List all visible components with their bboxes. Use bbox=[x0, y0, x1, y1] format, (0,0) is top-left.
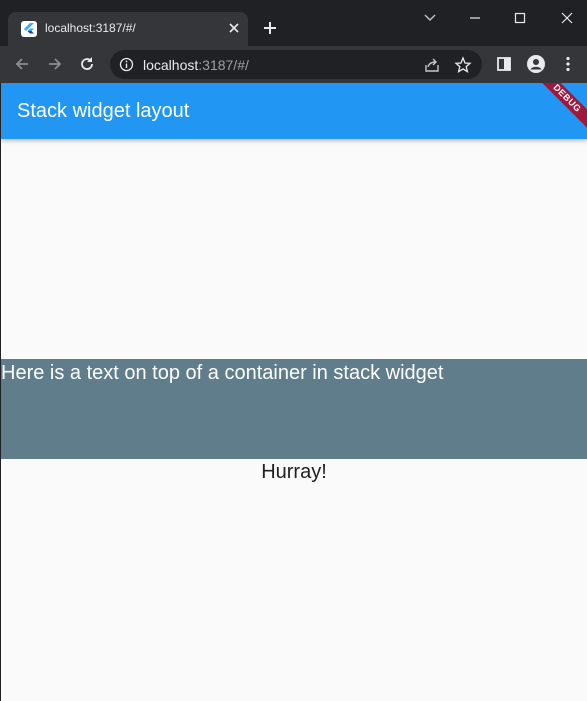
browser-toolbar: localhost:3187/#/ bbox=[0, 46, 587, 83]
page-viewport: Stack widget layout DEBUG Here is a text… bbox=[1, 83, 587, 701]
minimize-icon[interactable] bbox=[465, 8, 485, 28]
stack-overlay-text: Here is a text on top of a container in … bbox=[1, 362, 444, 384]
side-panel-icon[interactable] bbox=[494, 54, 514, 74]
forward-arrow-icon[interactable] bbox=[45, 54, 65, 74]
url-host: localhost bbox=[143, 57, 199, 73]
tab-title: localhost:3187/#/ bbox=[45, 21, 136, 35]
bookmark-star-icon[interactable] bbox=[454, 56, 472, 74]
tab-strip: localhost:3187/#/ bbox=[0, 0, 587, 46]
app-bar: Stack widget layout DEBUG bbox=[1, 83, 587, 139]
share-icon[interactable] bbox=[423, 56, 441, 74]
url-path: :3187/#/ bbox=[198, 57, 249, 73]
close-tab-icon[interactable] bbox=[226, 20, 242, 36]
more-menu-icon[interactable] bbox=[558, 54, 578, 74]
close-window-icon[interactable] bbox=[557, 8, 577, 28]
tab-search-chevron-down-icon[interactable] bbox=[420, 8, 440, 28]
profile-avatar-icon[interactable] bbox=[526, 54, 546, 74]
url-text: localhost:3187/#/ bbox=[143, 57, 249, 73]
address-bar[interactable]: localhost:3187/#/ bbox=[110, 50, 482, 79]
maximize-icon[interactable] bbox=[510, 8, 530, 28]
new-tab-icon[interactable] bbox=[261, 19, 279, 37]
hurray-text: Hurray! bbox=[261, 461, 327, 483]
browser-window: localhost:3187/#/ localhost:3187/#/ Stac… bbox=[0, 0, 587, 701]
browser-tab[interactable]: localhost:3187/#/ bbox=[8, 12, 248, 46]
site-info-icon[interactable] bbox=[119, 57, 134, 72]
flutter-favicon-icon bbox=[21, 21, 37, 37]
reload-icon[interactable] bbox=[77, 54, 97, 74]
stack-container: Here is a text on top of a container in … bbox=[1, 359, 587, 459]
back-arrow-icon[interactable] bbox=[12, 54, 32, 74]
app-bar-title: Stack widget layout bbox=[17, 100, 190, 122]
debug-banner: DEBUG bbox=[530, 83, 587, 135]
